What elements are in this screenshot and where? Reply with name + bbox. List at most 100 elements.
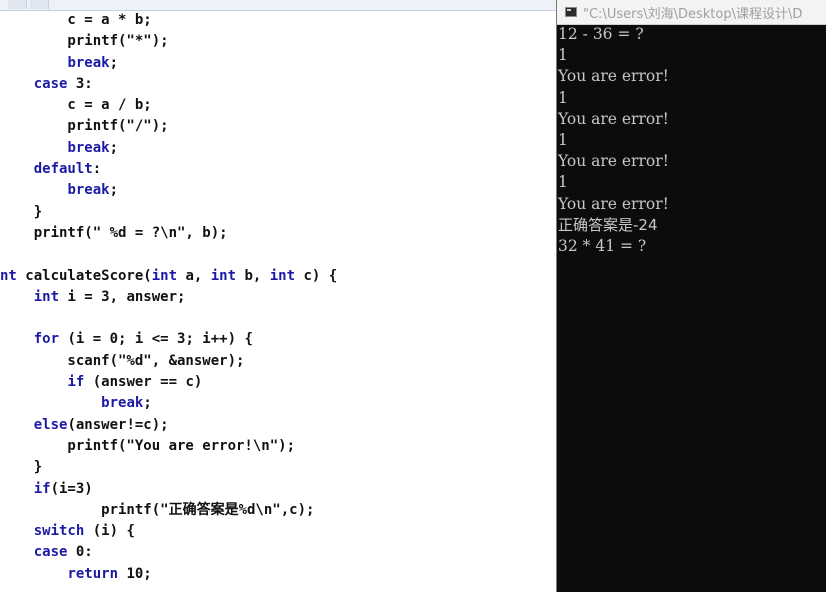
code-line[interactable]: break; [0,138,556,159]
console-title-bar[interactable]: "C:\Users\刘海\Desktop\课程设计\D [557,0,826,25]
code-line[interactable]: printf("/"); [0,116,556,137]
editor-tab[interactable] [30,0,49,9]
code-text: : [92,161,102,178]
console-line: 1 [558,46,568,65]
code-keyword: return [67,565,119,582]
code-keyword: int [33,288,60,305]
code-text: (i=3) [50,480,93,497]
code-keyword: int [269,267,296,284]
code-line[interactable] [0,244,556,265]
code-line[interactable]: for (i = 0; i <= 3; i++) { [0,329,556,350]
code-line[interactable]: if (answer == c) [0,372,556,393]
code-line[interactable]: printf("正确答案是%d\n",c); [0,500,556,521]
code-editor[interactable]: c = a * b; printf("*"); break; case 3: c… [0,0,556,592]
code-line[interactable]: break; [0,53,556,74]
code-text: printf("You are error!\n"); [0,437,296,454]
console-window[interactable]: "C:\Users\刘海\Desktop\课程设计\D 12 - 36 = ? 1… [556,0,826,592]
code-line[interactable]: printf(" %d = ?\n", b); [0,223,556,244]
console-app-icon [565,7,577,17]
code-text: } [0,459,43,476]
code-keyword: case [33,75,68,92]
code-text: 3: [67,75,93,92]
console-line: 1 [558,88,568,107]
code-text: i = 3, answer; [59,288,186,305]
console-line: You are error! [558,67,669,86]
code-line[interactable]: printf("You are error!\n"); [0,436,556,457]
code-text: c = a * b; [0,12,152,28]
code-line[interactable]: case 0: [0,542,556,563]
code-keyword: if [33,480,51,497]
code-keyword: int [151,267,178,284]
code-line[interactable]: nt calculateScore(int a, int b, int c) { [0,266,556,287]
code-area[interactable]: c = a * b; printf("*"); break; case 3: c… [0,10,556,585]
code-line[interactable]: int i = 3, answer; [0,287,556,308]
code-line[interactable]: c = a / b; [0,95,556,116]
console-line: 32 * 41 = ? [558,236,647,255]
code-line[interactable]: return 10; [0,564,556,585]
code-line[interactable]: scanf("%d", &answer); [0,351,556,372]
editor-tab[interactable] [8,0,27,9]
code-keyword: break [67,54,110,71]
code-text: (answer!=c); [67,416,169,433]
console-line: 正确答案是-24 [558,215,658,234]
code-line[interactable]: switch (i) { [0,521,556,542]
code-line[interactable]: c = a * b; [0,10,556,31]
code-line[interactable]: printf("*"); [0,31,556,52]
code-text: a, [177,267,211,284]
code-line[interactable]: if(i=3) [0,479,556,500]
code-keyword: break [101,395,144,412]
code-text: printf(" %d = ?\n", b); [0,224,228,241]
code-text: printf("正确答案是%d\n",c); [0,501,315,518]
code-keyword: else [33,416,68,433]
code-text: b, [236,267,270,284]
code-text: ; [109,182,119,199]
code-text: (i = 0; i <= 3; i++) { [59,331,253,348]
code-keyword: case [33,544,68,561]
code-text: (answer == c) [84,374,203,391]
console-line: 1 [558,130,568,149]
console-line: You are error! [558,109,669,128]
code-keyword: default [33,161,93,178]
code-line[interactable]: default: [0,159,556,180]
code-text: calculateScore( [16,267,152,284]
code-line[interactable]: } [0,457,556,478]
code-text: c) { [295,267,338,284]
code-text: (i) { [84,523,135,540]
code-line[interactable]: else(answer!=c); [0,415,556,436]
code-line[interactable]: } [0,202,556,223]
code-line[interactable]: break; [0,393,556,414]
code-text: scanf("%d", &answer); [0,352,245,369]
code-text: 0: [67,544,93,561]
code-line[interactable] [0,308,556,329]
code-text: c = a / b; [0,97,152,114]
code-line[interactable]: break; [0,180,556,201]
code-line[interactable]: case 3: [0,74,556,95]
code-keyword: break [67,139,110,156]
code-keyword: if [67,374,85,391]
code-text: ; [109,54,119,71]
console-output[interactable]: 12 - 36 = ? 1 You are error! 1 You are error… [558,24,826,257]
console-title: "C:\Users\刘海\Desktop\课程设计\D [583,6,803,22]
code-text: printf("/"); [0,118,169,135]
code-keyword: for [33,331,60,348]
console-line: You are error! [558,194,669,213]
code-keyword: switch [33,523,85,540]
console-line: 12 - 36 = ? [558,25,644,43]
code-text: ; [109,139,119,156]
code-text: printf("*"); [0,33,169,50]
console-line: You are error! [558,152,669,171]
code-text: 10; [118,565,152,582]
